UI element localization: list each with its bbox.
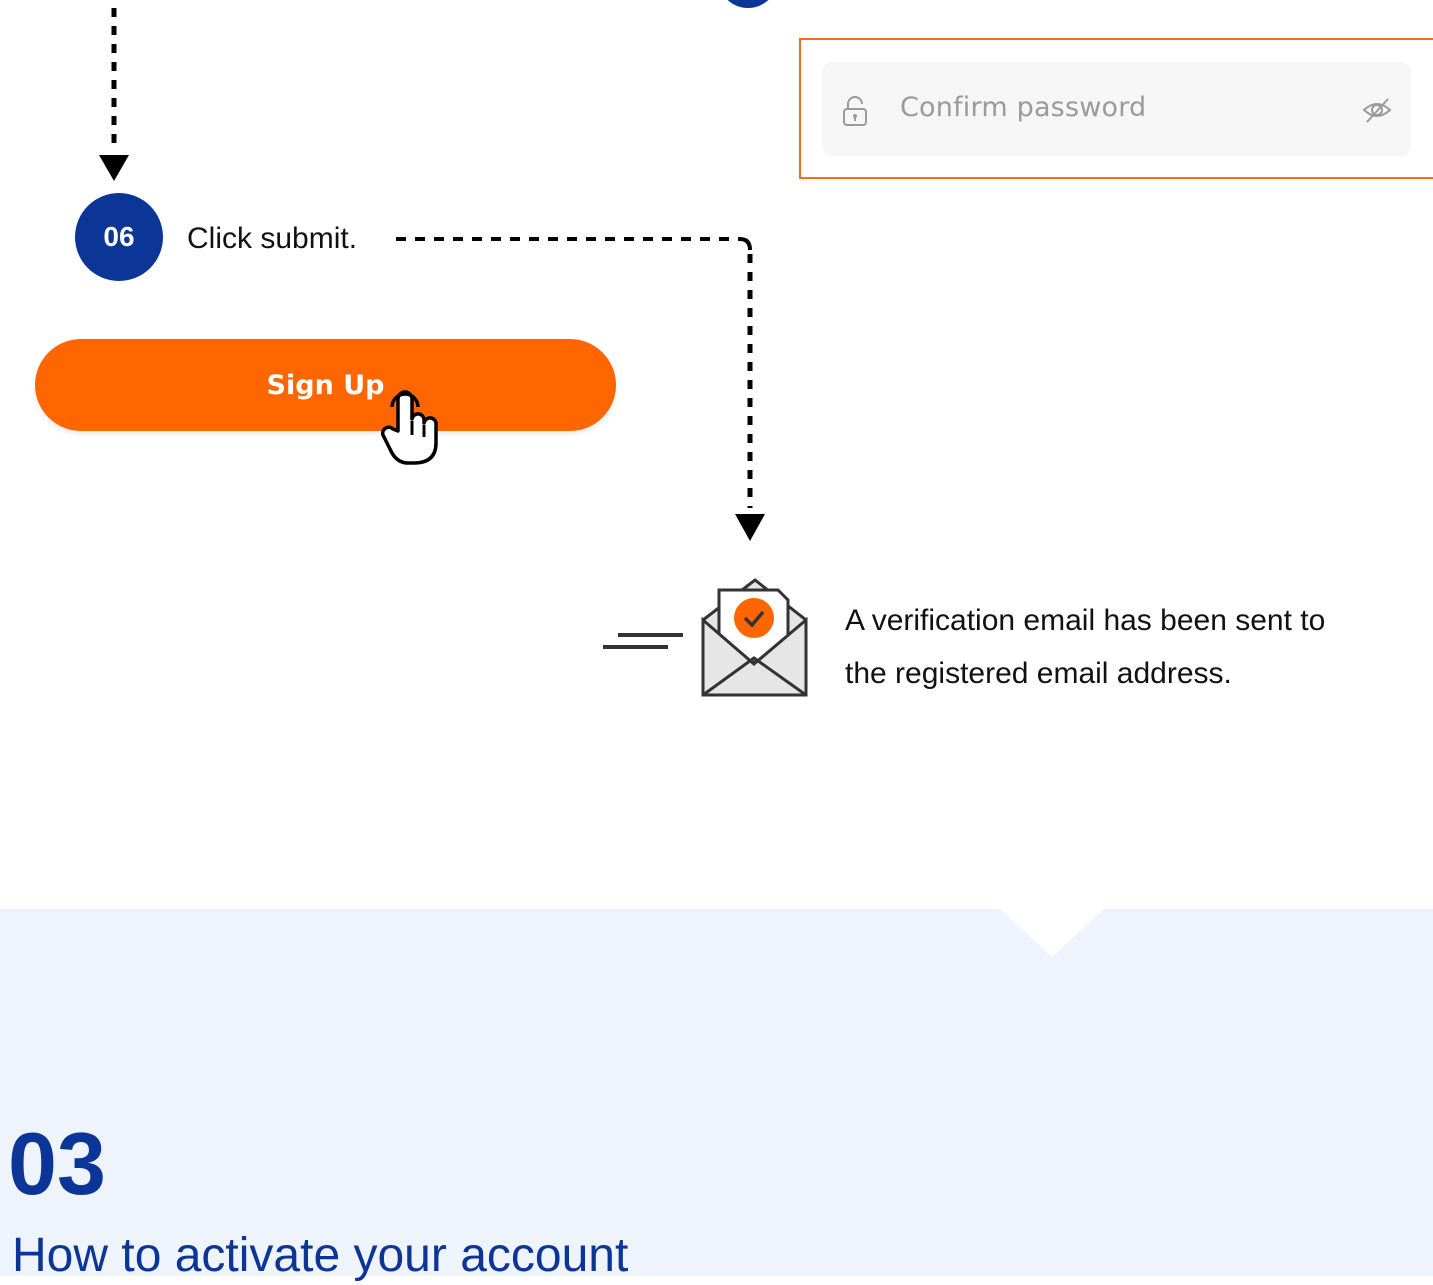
lock-icon [843,96,867,126]
previous-step-badge [718,0,778,8]
section-number: 03 [8,1114,106,1213]
verification-line-2: the registered email address. [845,657,1232,690]
open-envelope-check-icon [603,578,808,697]
verification-line-1: A verification email has been sent to [845,604,1326,637]
sign-up-button[interactable]: Sign Up [35,339,616,431]
step-number-badge: 06 [75,193,163,281]
confirm-password-placeholder[interactable]: Confirm password [900,92,1146,123]
verification-message: A verification email has been sent to th… [845,594,1405,700]
hand-pointer-icon [380,390,438,465]
step-instruction: Click submit. [187,222,358,255]
eye-slash-icon[interactable] [1362,96,1392,124]
section-notch [1000,909,1104,957]
next-section-background [0,909,1433,1276]
